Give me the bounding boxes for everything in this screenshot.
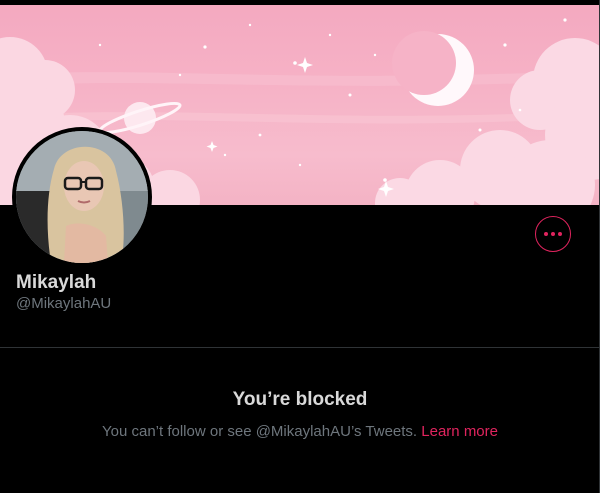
more-horizontal-icon bbox=[544, 232, 548, 236]
avatar-photo bbox=[16, 131, 148, 263]
profile-handle: @MikaylahAU bbox=[16, 295, 112, 312]
more-dot bbox=[551, 232, 555, 236]
profile-page: Mikaylah @MikaylahAU You’re blocked You … bbox=[0, 0, 600, 493]
divider bbox=[0, 347, 599, 348]
blocked-message: You can’t follow or see @MikaylahAU’s Tw… bbox=[102, 423, 418, 440]
more-dot bbox=[558, 232, 562, 236]
blocked-message-container: You can’t follow or see @MikaylahAU’s Tw… bbox=[0, 423, 599, 440]
profile-avatar[interactable] bbox=[12, 127, 152, 267]
moon-icon bbox=[392, 31, 474, 106]
profile-name: Mikaylah bbox=[16, 272, 97, 293]
more-options-button[interactable] bbox=[535, 216, 571, 252]
learn-more-link[interactable]: Learn more bbox=[421, 423, 498, 440]
blocked-title: You’re blocked bbox=[232, 389, 368, 410]
